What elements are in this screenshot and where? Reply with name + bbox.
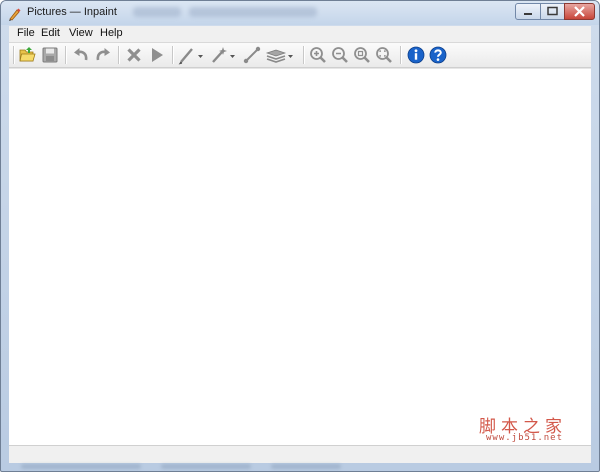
marker-tool-dropdown[interactable] [178,45,206,65]
save-icon [42,47,58,63]
window-title: Pictures — Inpaint [27,6,117,18]
info-button[interactable] [406,45,426,65]
info-icon [407,46,425,64]
layers-icon [265,49,293,63]
help-button[interactable] [428,45,448,65]
zoom-out-button[interactable] [330,45,350,65]
undo-icon [74,48,88,61]
toolbar-separator [118,46,119,64]
menu-edit[interactable]: Edit [41,27,60,39]
blurred-taskbar-segment [271,464,341,469]
undo-button[interactable] [71,45,91,65]
magic-wand-icon [212,47,235,63]
image-canvas[interactable] [9,68,591,445]
toolbar [9,43,591,68]
maximize-button[interactable] [540,3,565,20]
play-icon [152,48,163,62]
redo-button[interactable] [93,45,113,65]
minimize-button[interactable] [515,3,541,20]
toolbar-separator [400,46,401,64]
open-icon [19,47,36,62]
menu-help[interactable]: Help [100,27,123,39]
blurred-taskbar-segment [161,464,251,469]
app-window: Pictures — Inpaint File Edit View Help 脚… [0,0,600,472]
zoom-actual-icon [354,47,370,63]
magic-wand-tool-dropdown[interactable] [210,45,238,65]
menu-file[interactable]: File [17,27,35,39]
zoom-in-button[interactable] [308,45,328,65]
save-button[interactable] [40,45,60,65]
toolbar-separator [65,46,66,64]
open-button[interactable] [18,45,38,65]
blurred-taskbar-segment [21,464,141,469]
watermark-url: www.jb51.net [486,433,564,443]
toolbar-grip [13,46,14,64]
run-inpaint-button[interactable] [147,45,167,65]
delete-button[interactable] [124,45,144,65]
close-button[interactable] [564,3,595,20]
zoom-fit-icon [376,47,392,63]
zoom-actual-size-button[interactable] [352,45,372,65]
help-icon [429,46,447,64]
menu-view[interactable]: View [69,27,93,39]
zoom-fit-button[interactable] [374,45,394,65]
inpaint-app-icon [8,6,22,21]
status-bar [9,445,591,463]
menu-bar: File Edit View Help [9,26,591,43]
zoom-out-icon [332,47,348,63]
line-icon [243,46,261,64]
redo-icon [96,48,110,61]
toolbar-separator [303,46,304,64]
line-tool-button[interactable] [242,45,262,65]
blurred-path-segment [189,7,317,17]
marker-icon [178,48,203,65]
zoom-in-icon [310,47,326,63]
title-bar[interactable]: Pictures — Inpaint [1,1,599,25]
blurred-path-segment [133,7,181,17]
delete-icon [127,48,141,62]
toolbar-separator [172,46,173,64]
layers-dropdown[interactable] [265,45,295,65]
